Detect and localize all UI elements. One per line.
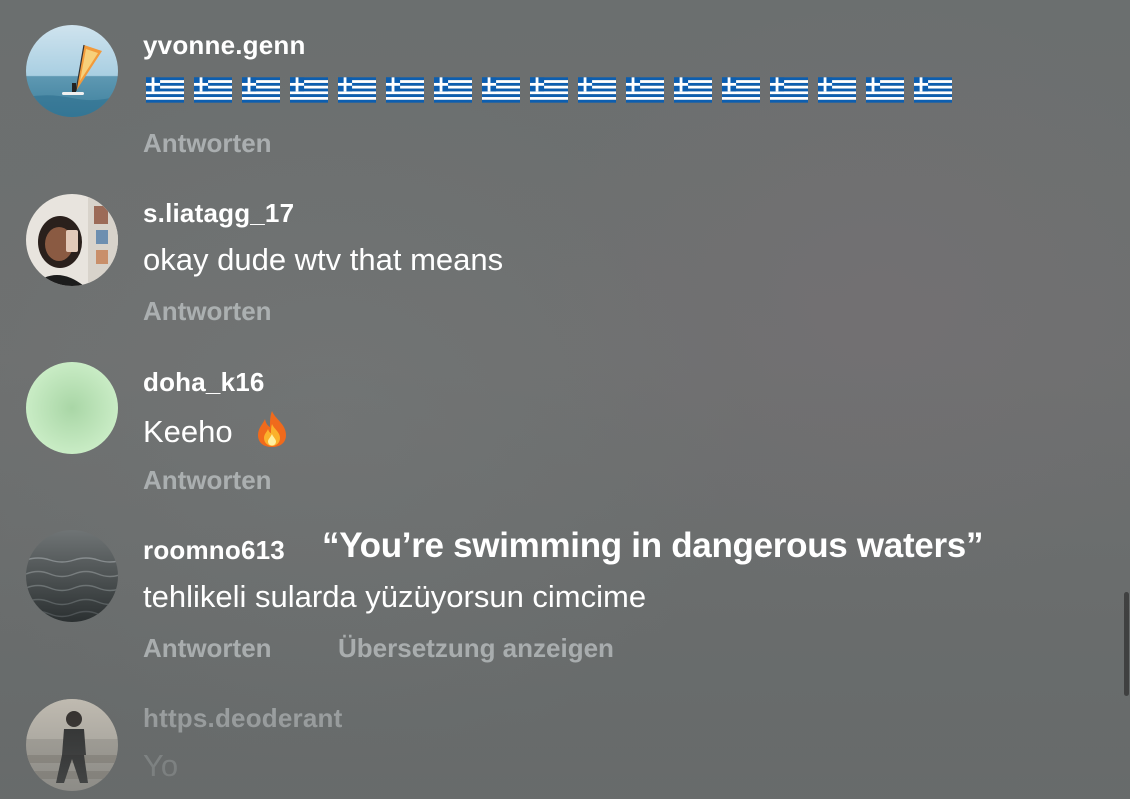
overlay-caption: “You’re swimming in dangerous waters”	[322, 526, 984, 565]
greek-flag-emoji-icon	[770, 77, 808, 103]
greek-flag-emoji-icon	[338, 77, 376, 103]
greek-flag-emoji-icon	[242, 77, 280, 103]
reply-button[interactable]: Antworten	[143, 296, 272, 327]
comment-username[interactable]: doha_k16	[143, 367, 265, 398]
greek-flag-emoji-icon	[386, 77, 424, 103]
fire-emoji-icon	[258, 411, 287, 447]
windsurfer-avatar-image	[26, 25, 118, 117]
greek-flag-emoji-icon	[146, 77, 184, 103]
comment-username[interactable]: roomno613	[143, 535, 285, 566]
scrollbar[interactable]	[1124, 592, 1129, 696]
avatar[interactable]	[26, 25, 118, 117]
greek-flag-emoji-icon	[530, 77, 568, 103]
comment-text: tehlikeli sularda yüzüyorsun cimcime	[143, 579, 647, 614]
comment-username[interactable]: s.liatagg_17	[143, 198, 294, 229]
greek-flag-emoji-icon	[434, 77, 472, 103]
comment-username[interactable]: https.deoderant	[143, 703, 342, 734]
greek-flag-emoji-icon	[674, 77, 712, 103]
reply-button[interactable]: Antworten	[143, 633, 272, 664]
avatar[interactable]	[26, 530, 118, 622]
greek-flag-emoji-icon	[722, 77, 760, 103]
greek-flag-emoji-icon	[290, 77, 328, 103]
green-circle-avatar-image	[26, 362, 118, 454]
avatar[interactable]	[26, 699, 118, 791]
greek-flag-emoji-icon	[914, 77, 952, 103]
greek-flag-emoji-icon	[578, 77, 616, 103]
reply-button[interactable]: Antworten	[143, 128, 272, 159]
comment-text: Yo	[143, 748, 179, 783]
greek-flag-emoji-icon	[482, 77, 520, 103]
greek-flag-emoji-row	[146, 77, 952, 103]
greek-flag-emoji-icon	[194, 77, 232, 103]
reply-button[interactable]: Antworten	[143, 465, 272, 496]
greek-flag-emoji-icon	[818, 77, 856, 103]
avatar[interactable]	[26, 194, 118, 286]
comment-text: Keeho	[143, 410, 289, 450]
dark-water-avatar-image	[26, 530, 118, 622]
sitting-person-avatar-image	[26, 699, 118, 791]
greek-flag-emoji-icon	[866, 77, 904, 103]
comment-username[interactable]: yvonne.genn	[143, 30, 306, 61]
greek-flag-emoji-icon	[626, 77, 664, 103]
comment-text-value: Keeho	[143, 414, 233, 449]
selfie-avatar-image	[26, 194, 118, 286]
comment-text: okay dude wtv that means	[143, 242, 504, 277]
show-translation-button[interactable]: Übersetzung anzeigen	[338, 633, 614, 664]
avatar[interactable]	[26, 362, 118, 454]
